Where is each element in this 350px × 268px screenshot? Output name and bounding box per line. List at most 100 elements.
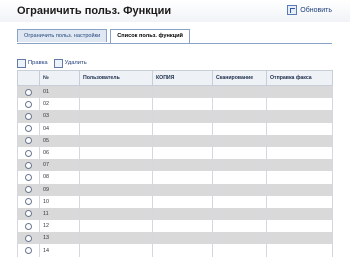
row-radio[interactable] [25,222,32,230]
row-fax [266,232,333,245]
row-fax [266,134,333,147]
row-fax [266,183,333,196]
row-fax [266,85,333,99]
row-number: 14 [39,244,80,257]
row-number: 12 [39,220,80,233]
row-radio[interactable] [25,234,32,242]
row-copy [152,110,213,123]
row-radio[interactable] [25,88,32,96]
row-fax [266,122,333,135]
row-user [79,146,153,160]
table-row[interactable]: 11 [17,207,333,221]
page-title: Ограничить польз. Функции [17,5,172,17]
row-user [79,195,153,208]
delete-icon [53,58,63,68]
table-row[interactable]: 13 [17,232,333,245]
row-scan [212,98,267,111]
col-select [17,70,40,86]
row-copy [152,207,213,221]
table-row[interactable]: 05 [17,134,333,147]
row-scan [212,110,267,123]
table-row[interactable]: 08 [17,171,333,184]
row-user [79,244,153,257]
row-fax [266,220,333,233]
row-copy [152,146,213,160]
table-row[interactable]: 03 [17,110,333,123]
table-row[interactable]: 10 [17,195,333,208]
table-row[interactable]: 07 [17,159,333,172]
row-radio[interactable] [25,161,32,169]
row-radio[interactable] [25,173,32,181]
col-fax: Отправка факса [266,70,333,86]
delete-button[interactable]: Удалить [53,58,87,68]
row-copy [152,134,213,147]
row-scan [212,244,267,257]
table-row[interactable]: 09 [17,183,333,196]
row-copy [152,159,213,172]
table-row[interactable]: 02 [17,98,333,111]
tab-function-list[interactable]: Список польз. функций [110,29,190,43]
row-user [79,207,153,221]
row-select-cell [17,244,40,257]
row-select-cell [17,110,40,123]
col-scan: Сканирование [212,70,267,86]
row-select-cell [17,171,40,184]
table-row[interactable]: 14 [17,244,333,257]
row-user [79,159,153,172]
row-radio[interactable] [25,112,32,120]
row-number: 04 [39,122,80,135]
row-fax [266,207,333,221]
row-fax [266,171,333,184]
row-radio[interactable] [25,149,32,157]
row-radio[interactable] [25,198,32,206]
row-copy [152,220,213,233]
table-header: № Пользователь КОПИЯ Сканирование Отправ… [17,70,333,86]
row-user [79,134,153,147]
row-fax [266,146,333,160]
delete-label: Удалить [64,60,87,66]
row-number: 08 [39,171,80,184]
table-row[interactable]: 01 [17,85,333,99]
row-radio[interactable] [25,247,32,255]
row-user [79,85,153,99]
edit-button[interactable]: Правка [17,58,48,68]
row-scan [212,207,267,221]
row-number: 10 [39,195,80,208]
row-copy [152,122,213,135]
row-user [79,110,153,123]
row-radio[interactable] [25,210,32,218]
table-row[interactable]: 06 [17,146,333,160]
refresh-label: Обновить [300,6,332,14]
row-user [79,171,153,184]
row-number: 05 [39,134,80,147]
col-copy: КОПИЯ [152,70,213,86]
row-radio[interactable] [25,100,32,108]
row-number: 13 [39,232,80,245]
row-scan [212,195,267,208]
row-user [79,220,153,233]
row-radio[interactable] [25,137,32,145]
row-select-cell [17,122,40,135]
table-row[interactable]: 04 [17,122,333,135]
row-select-cell [17,146,40,160]
row-fax [266,110,333,123]
row-user [79,183,153,196]
row-number: 11 [39,207,80,221]
table-row[interactable]: 12 [17,220,333,233]
edit-label: Правка [28,60,48,66]
row-number: 01 [39,85,80,99]
row-copy [152,85,213,99]
row-radio[interactable] [25,186,32,194]
refresh-button[interactable]: Обновить [287,4,332,16]
row-radio[interactable] [25,125,32,133]
row-fax [266,98,333,111]
row-copy [152,98,213,111]
col-user: Пользователь [79,70,153,86]
tab-restrict-settings[interactable]: Ограничить польз. настройки [17,29,108,42]
actions-toolbar: Правка Удалить [17,58,93,68]
row-fax [266,244,333,257]
row-select-cell [17,159,40,172]
row-select-cell [17,195,40,208]
user-table: № Пользователь КОПИЯ Сканирование Отправ… [17,70,333,257]
row-scan [212,232,267,245]
